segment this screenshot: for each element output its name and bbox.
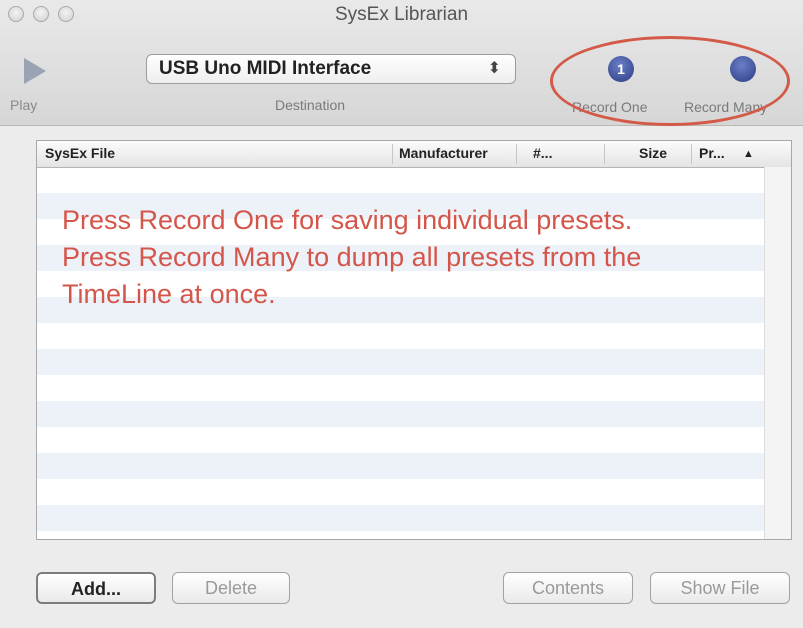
record-many-button[interactable] <box>730 56 756 82</box>
column-header-sysex-file[interactable]: SysEx File <box>45 145 115 161</box>
sysex-librarian-window: SysEx Librarian Play USB Uno MIDI Interf… <box>0 0 803 628</box>
table-row[interactable] <box>37 375 765 401</box>
column-separator <box>392 144 393 164</box>
column-header-pr[interactable]: Pr... <box>699 145 725 161</box>
table-row[interactable] <box>37 505 765 531</box>
table-row[interactable] <box>37 323 765 349</box>
record-one-label: Record One <box>572 99 648 115</box>
column-header-number[interactable]: #... <box>533 145 552 161</box>
column-header-manufacturer[interactable]: Manufacturer <box>399 145 488 161</box>
column-separator <box>691 144 692 164</box>
destination-select[interactable]: USB Uno MIDI Interface ⬍ <box>146 54 516 84</box>
table-row[interactable] <box>37 349 765 375</box>
table-row[interactable] <box>37 531 765 539</box>
annotation-line: Press Record Many to dump all presets fr… <box>62 242 642 272</box>
annotation-line: TimeLine at once. <box>62 279 276 309</box>
table-row[interactable] <box>37 167 765 193</box>
play-label: Play <box>10 97 38 113</box>
table-row[interactable] <box>37 427 765 453</box>
play-icon[interactable] <box>22 56 48 86</box>
updown-arrows-icon: ⬍ <box>487 60 501 77</box>
sort-ascending-icon: ▲ <box>743 148 754 160</box>
contents-button[interactable]: Contents <box>503 572 633 604</box>
column-separator <box>604 144 605 164</box>
table-row[interactable] <box>37 479 765 505</box>
column-header-size[interactable]: Size <box>639 145 667 161</box>
table-row[interactable] <box>37 401 765 427</box>
show-file-button[interactable]: Show File <box>650 572 790 604</box>
sysex-file-table[interactable]: SysEx File Manufacturer #... Size Pr... … <box>36 140 792 540</box>
column-separator <box>516 144 517 164</box>
annotation-text: Press Record One for saving individual p… <box>62 202 762 313</box>
window-title: SysEx Librarian <box>334 4 469 25</box>
vertical-scrollbar[interactable] <box>764 167 791 539</box>
destination-label: Destination <box>275 97 346 113</box>
record-one-badge: 1 <box>617 61 625 77</box>
record-one-button[interactable]: 1 <box>608 56 634 82</box>
table-header: SysEx File Manufacturer #... Size Pr... … <box>37 141 791 168</box>
destination-value: USB Uno MIDI Interface <box>159 58 372 79</box>
table-row[interactable] <box>37 453 765 479</box>
record-many-label: Record Many <box>684 99 768 115</box>
delete-button[interactable]: Delete <box>172 572 290 604</box>
toolbar: SysEx Librarian Play USB Uno MIDI Interf… <box>0 0 803 126</box>
annotation-line: Press Record One for saving individual p… <box>62 205 633 235</box>
add-button[interactable]: Add... <box>36 572 156 604</box>
